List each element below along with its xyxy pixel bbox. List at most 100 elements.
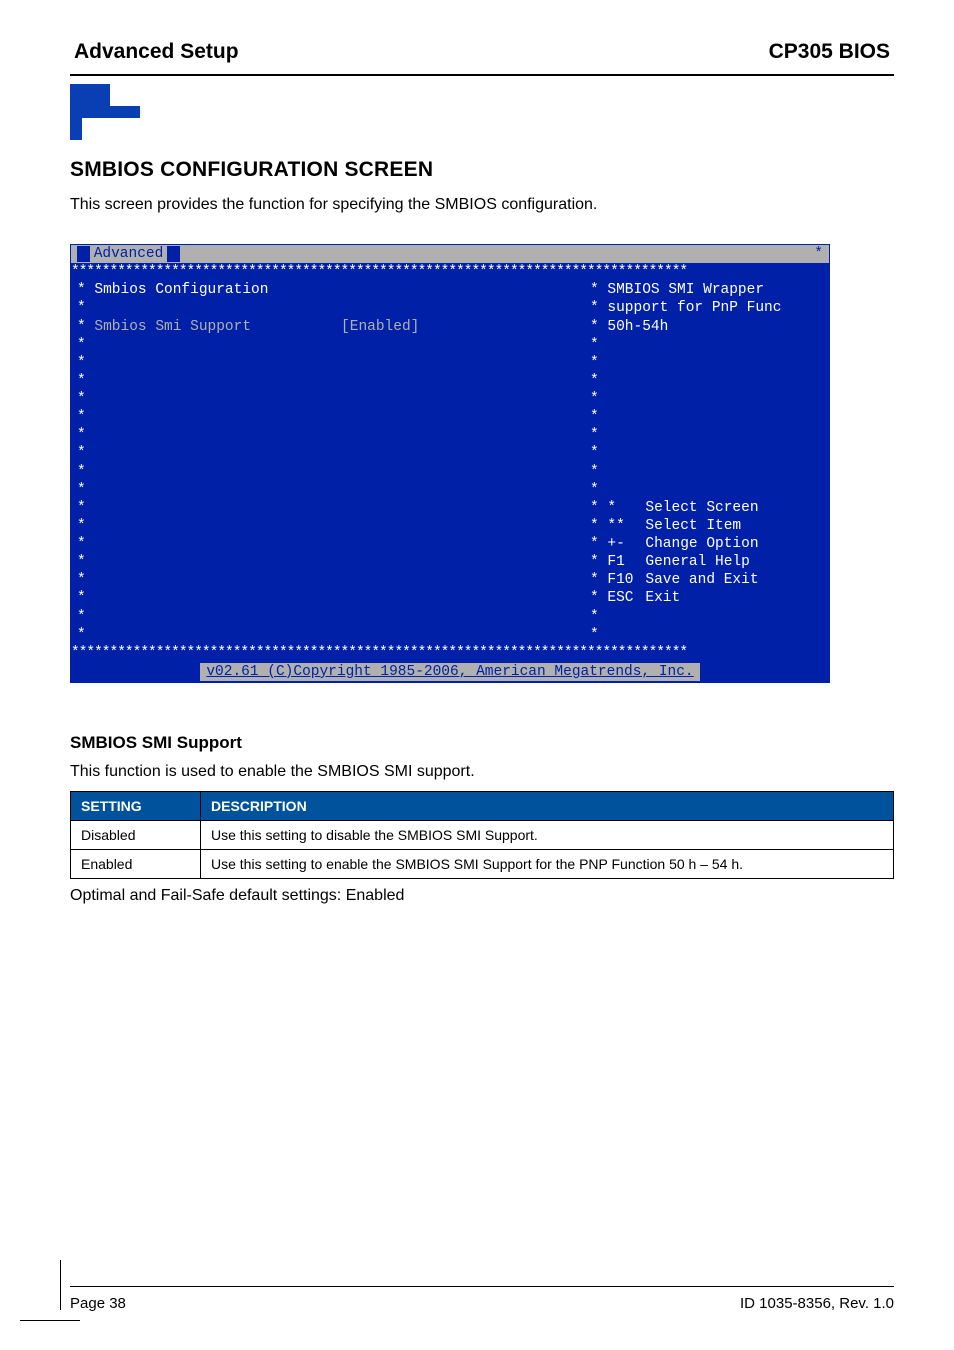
table-row: Disabled Use this setting to disable the… [71,821,894,850]
star: * [590,590,599,606]
bios-row-title: * Smbios Configuration * SMBIOS SMI Wrap… [71,281,829,299]
star: * [590,355,599,371]
star: * [590,572,599,588]
nav-label: Save and Exit [645,572,758,588]
bios-blank: ** [71,336,829,354]
default-settings-note: Optimal and Fail-Safe default settings: … [70,887,894,905]
bios-screenshot: Advanced * *****************************… [70,244,830,683]
nav-key: F10 [607,571,645,589]
bios-blank: ** [71,444,829,462]
star: * [590,536,599,552]
nav-key: ** [607,517,645,535]
star: * [590,500,599,516]
star: * [77,464,86,480]
bios-option-label: Smbios Smi Support [94,319,251,335]
star: * [590,391,599,407]
star: * [77,337,86,353]
bios-option-value: [Enabled] [341,319,419,335]
bios-nav-exit: * * ESCExit [71,589,829,607]
star: * [77,536,86,552]
star: * [77,373,86,389]
star: * [77,300,86,316]
nav-label: Exit [645,590,680,606]
star: * [590,609,599,625]
th-description: DESCRIPTION [201,792,894,821]
star: * [77,609,86,625]
star: * [77,409,86,425]
star: * [77,319,86,335]
bios-blank: ** [71,463,829,481]
nav-label: Change Option [645,536,758,552]
tab-edge-right [167,246,180,262]
crop-marks [20,1260,80,1330]
cell-setting: Disabled [71,821,201,850]
star: * [590,300,599,316]
bios-blank: ** [71,354,829,372]
star: * [77,482,86,498]
bios-group-title: Smbios Configuration [94,282,268,298]
bios-divider-top: ****************************************… [71,263,829,281]
star: * [77,282,86,298]
bios-blank: ** [71,372,829,390]
bios-blank: ** [71,408,829,426]
star: * [77,590,86,606]
bios-blank: ** [71,426,829,444]
cell-desc: Use this setting to enable the SMBIOS SM… [201,850,894,879]
bios-divider-bottom: ****************************************… [71,644,829,662]
nav-label: Select Item [645,518,741,534]
star: * [77,518,86,534]
bios-help-1: SMBIOS SMI Wrapper [607,282,764,298]
footer-rule [70,1286,894,1288]
star: * [77,627,86,643]
bios-footer-text: v02.61 (C)Copyright 1985-2006, American … [200,663,699,681]
section-title: SMBIOS CONFIGURATION SCREEN [70,158,894,182]
cell-desc: Use this setting to disable the SMBIOS S… [201,821,894,850]
nav-key: +- [607,535,645,553]
star: * [77,355,86,371]
cell-setting: Enabled [71,850,201,879]
bios-nav-select-screen: ** *Select Screen [71,499,829,517]
star: * [77,445,86,461]
bios-row-help2: * * support for PnP Func [71,299,829,317]
star: * [77,572,86,588]
bios-nav-change-option: * * +-Change Option [71,535,829,553]
star: * [77,500,86,516]
bios-blank: ** [71,608,829,626]
bios-help-3: 50h-54h [607,319,668,335]
page-header: Advanced Setup CP305 BIOS [70,40,894,70]
nav-key: F1 [607,553,645,571]
th-setting: SETTING [71,792,201,821]
star: * [590,554,599,570]
star: * [590,464,599,480]
subsection-text: This function is used to enable the SMBI… [70,763,894,781]
intro-text: This screen provides the function for sp… [70,196,894,214]
star: * [77,391,86,407]
star: * [590,627,599,643]
table-row: Enabled Use this setting to enable the S… [71,850,894,879]
star: * [590,427,599,443]
star: * [590,409,599,425]
bios-blank: ** [71,390,829,408]
star: * [590,282,599,298]
footer-right: ID 1035-8356, Rev. 1.0 [740,1295,894,1312]
page-footer: Page 38 ID 1035-8356, Rev. 1.0 [70,1286,894,1313]
nav-label: General Help [645,554,749,570]
star: * [77,427,86,443]
bios-nav-select-item: ** **Select Item [71,517,829,535]
header-right: CP305 BIOS [769,40,890,64]
bios-tab-advanced: Advanced [90,245,168,263]
bios-help-2: support for PnP Func [607,300,781,316]
star-pad: * [814,246,823,262]
bios-blank: ** [71,481,829,499]
bios-nav-general-help: * * F1General Help [71,553,829,571]
star: * [590,319,599,335]
nav-key: ESC [607,589,645,607]
subsection-heading: SMBIOS SMI Support [70,733,894,753]
bios-tab-bar: Advanced * [71,245,829,263]
star: * [77,554,86,570]
bios-blank: ** [71,626,829,644]
bios-nav-save-exit: * * F10Save and Exit [71,571,829,589]
nav-label: Select Screen [645,500,758,516]
star: * [590,445,599,461]
bios-row-option: * Smbios Smi Support [Enabled] * 50h-54h [71,318,829,336]
